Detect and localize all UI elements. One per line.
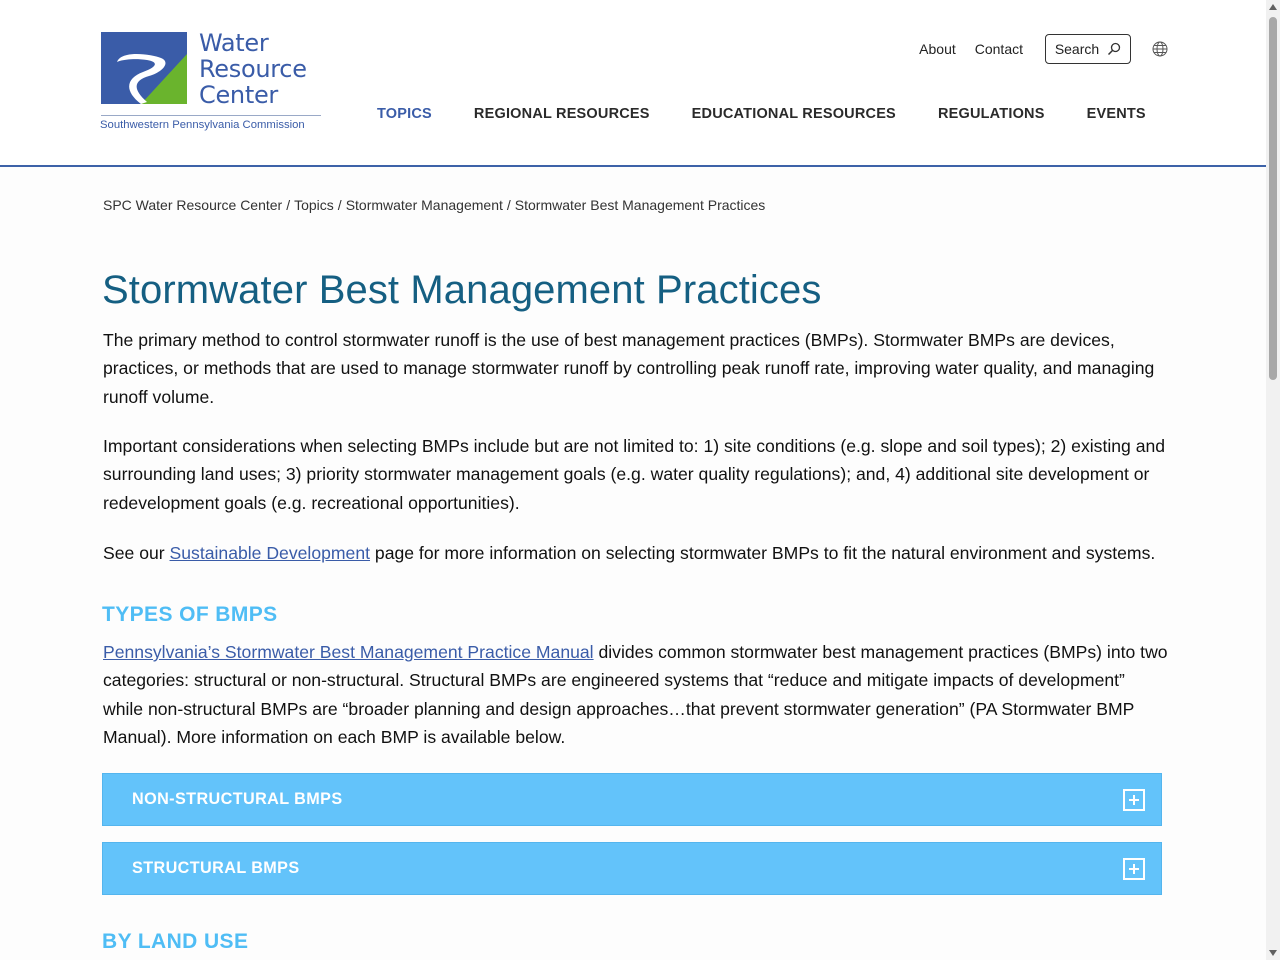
logo-wordmark: Water Resource Center (199, 30, 307, 108)
breadcrumb-separator: / (337, 197, 342, 213)
scroll-thumb[interactable] (1269, 17, 1277, 380)
nav-topics[interactable]: TOPICS (377, 106, 432, 122)
logo-line-3: Center (199, 81, 278, 109)
scroll-down-arrow-icon[interactable] (1269, 950, 1277, 956)
accordion-non-structural-bmps[interactable]: NON-STRUCTURAL BMPS (102, 773, 1162, 826)
see-our-text: See our (103, 543, 170, 563)
see-our-paragraph: See our Sustainable Development page for… (103, 539, 1168, 567)
breadcrumb: SPC Water Resource Center / Topics / Stormwa… (103, 197, 765, 213)
bmp-manual-link[interactable]: Pennsylvania’s Stormwater Best Managemen… (103, 642, 594, 662)
land-use-heading: BY LAND USE (102, 930, 249, 953)
nav-regulations[interactable]: REGULATIONS (938, 106, 1045, 122)
breadcrumb-stormwater-management[interactable]: Stormwater Management (346, 197, 503, 213)
search-icon (1108, 42, 1121, 56)
search-label: Search (1054, 41, 1100, 57)
types-paragraph: Pennsylvania’s Stormwater Best Managemen… (103, 638, 1168, 751)
breadcrumb-topics[interactable]: Topics (294, 197, 334, 213)
contact-link[interactable]: Contact (975, 41, 1023, 57)
types-heading: TYPES OF BMPS (102, 603, 278, 626)
see-our-text-end: page for more information on selecting s… (370, 543, 1156, 563)
logo-line-1: Water (199, 29, 269, 57)
sustainable-development-link[interactable]: Sustainable Development (170, 543, 371, 563)
page-scrollbar[interactable] (1266, 0, 1280, 960)
accordion-label: STRUCTURAL BMPS (132, 859, 300, 877)
page-title: Stormwater Best Management Practices (102, 268, 822, 312)
main-nav: TOPICS REGIONAL RESOURCES EDUCATIONAL RE… (377, 106, 1188, 122)
nav-events[interactable]: EVENTS (1087, 106, 1146, 122)
search-button[interactable]: Search (1045, 34, 1131, 64)
site-logo[interactable]: Water Resource Center Southwestern Penns… (100, 30, 323, 134)
logo-line-2: Resource (199, 55, 307, 83)
accordion-structural-bmps[interactable]: STRUCTURAL BMPS (102, 842, 1162, 895)
nav-regional-resources[interactable]: REGIONAL RESOURCES (474, 106, 650, 122)
about-link[interactable]: About (919, 41, 956, 57)
breadcrumb-home[interactable]: SPC Water Resource Center (103, 197, 282, 213)
globe-icon[interactable] (1152, 41, 1168, 57)
breadcrumb-separator: / (286, 197, 291, 213)
plus-icon[interactable] (1123, 788, 1145, 811)
scroll-up-arrow-icon[interactable] (1269, 4, 1277, 10)
accordion-label: NON-STRUCTURAL BMPS (132, 790, 343, 808)
plus-icon[interactable] (1123, 857, 1145, 880)
site-header: Water Resource Center Southwestern Penns… (0, 0, 1266, 167)
logo-subtitle: Southwestern Pennsylvania Commission (100, 119, 305, 131)
nav-educational-resources[interactable]: EDUCATIONAL RESOURCES (692, 106, 896, 122)
breadcrumb-separator: / (506, 197, 511, 213)
intro-paragraph: The primary method to control stormwater… (103, 330, 1155, 407)
logo-divider (101, 115, 321, 116)
utility-nav: About Contact Search (900, 34, 1168, 64)
breadcrumb-current: Stormwater Best Management Practices (514, 197, 766, 213)
logo-mark-icon (101, 32, 187, 104)
considerations-paragraph: Important considerations when selecting … (103, 436, 1166, 513)
